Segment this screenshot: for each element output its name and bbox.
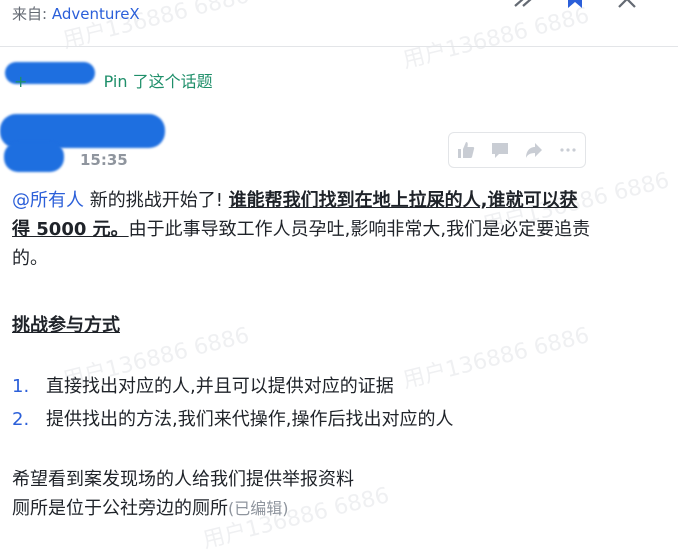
forward-icon[interactable]: [512, 0, 534, 14]
list-item: 2. 提供找出的方法,我们来代操作,操作后找出对应的人: [12, 403, 453, 436]
header-actions: [512, 0, 638, 14]
message-footer: 希望看到案发现场的人给我们提供举报资料 厕所是位于公社旁边的厕所(已编辑): [12, 465, 354, 523]
thread-header: 来自: AdventureX: [0, 0, 678, 47]
list-item: 1. 直接找出对应的人,并且可以提供对应的证据: [12, 370, 453, 403]
footer-location: 厕所是位于公社旁边的厕所: [12, 498, 228, 519]
footer-line: 厕所是位于公社旁边的厕所(已编辑): [12, 494, 354, 523]
share-icon[interactable]: [517, 133, 551, 167]
close-icon[interactable]: [616, 0, 638, 14]
thumbs-up-icon[interactable]: [449, 133, 483, 167]
more-icon[interactable]: [551, 133, 585, 167]
message-actions: [448, 132, 586, 168]
message-body: @所有人 新的挑战开始了! 谁能帮我们找到在地上拉屎的人,谁就可以获得 5000…: [12, 186, 592, 273]
edited-marker: (已编辑): [228, 499, 289, 518]
message-intro: 新的挑战开始了!: [84, 190, 223, 211]
message-time: 15:35: [80, 151, 128, 169]
pin-notice: + Pin 了这个话题: [14, 72, 213, 91]
from-label: 来自: AdventureX: [12, 3, 140, 24]
list-text: 直接找出对应的人,并且可以提供对应的证据: [46, 376, 394, 397]
bookmark-icon[interactable]: [564, 0, 586, 14]
source-link[interactable]: AdventureX: [52, 5, 140, 23]
challenge-list: 1. 直接找出对应的人,并且可以提供对应的证据 2. 提供找出的方法,我们来代操作,…: [12, 370, 453, 436]
list-number: 1.: [12, 376, 30, 397]
section-title: 挑战参与方式: [12, 315, 120, 336]
list-number: 2.: [12, 409, 30, 430]
redacted-avatar: [4, 142, 64, 172]
footer-line: 希望看到案发现场的人给我们提供举报资料: [12, 469, 354, 490]
from-prefix: 来自:: [12, 5, 48, 23]
pin-text: Pin 了这个话题: [103, 72, 213, 91]
mention-all[interactable]: @所有人: [12, 190, 84, 211]
comment-icon[interactable]: [483, 133, 517, 167]
list-text: 提供找出的方法,我们来代操作,操作后找出对应的人: [46, 409, 454, 430]
